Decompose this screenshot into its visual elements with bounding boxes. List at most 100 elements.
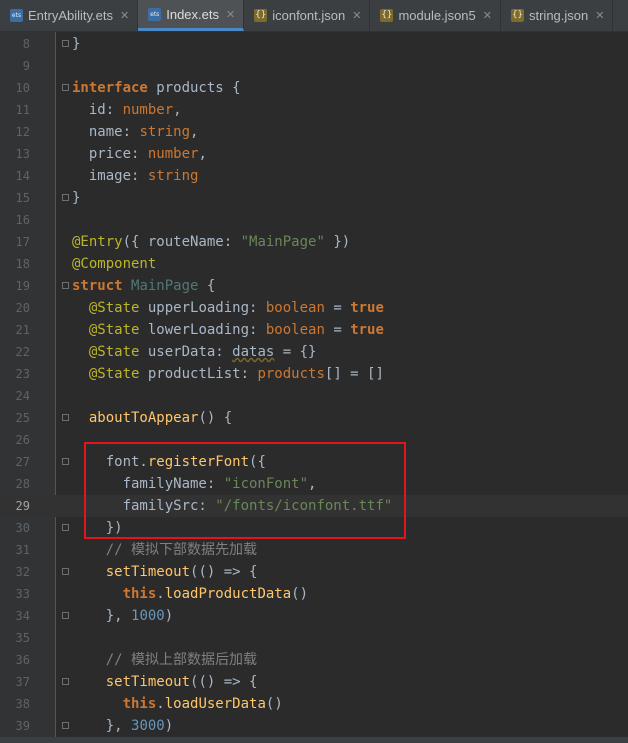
code-text: @State productList: products[] = [] bbox=[72, 363, 384, 385]
close-icon[interactable]: ✕ bbox=[483, 9, 492, 22]
code-line[interactable]: 24 bbox=[0, 385, 628, 407]
code-line[interactable]: 22 @State userData: datas = {} bbox=[0, 341, 628, 363]
code-token: name bbox=[72, 124, 123, 140]
code-token: ({ routeName: bbox=[122, 234, 241, 250]
close-icon[interactable]: ✕ bbox=[352, 9, 361, 22]
code-line[interactable]: 29 familySrc: "/fonts/iconfont.ttf" bbox=[0, 495, 628, 517]
line-number: 9 bbox=[22, 59, 30, 73]
code-text: this.loadProductData() bbox=[72, 583, 308, 605]
fold-icon[interactable] bbox=[62, 524, 69, 531]
code-line[interactable]: 12 name: string, bbox=[0, 121, 628, 143]
code-line[interactable]: 38 this.loadUserData() bbox=[0, 693, 628, 715]
code-line[interactable]: 14 image: string bbox=[0, 165, 628, 187]
code-token: setTimeout bbox=[105, 564, 191, 580]
code-line[interactable]: 21 @State lowerLoading: boolean = true bbox=[0, 319, 628, 341]
code-line[interactable]: 17 @Entry({ routeName: "MainPage" }) bbox=[0, 231, 628, 253]
code-token: // 模拟上部数据后加载 bbox=[72, 652, 258, 668]
code-line[interactable]: 34 }, 1000) bbox=[0, 605, 628, 627]
close-icon[interactable]: ✕ bbox=[226, 8, 235, 21]
fold-icon[interactable] bbox=[62, 722, 69, 729]
code-token: loadUserData bbox=[164, 696, 266, 712]
code-text: @Component bbox=[72, 253, 156, 275]
code-token: { bbox=[232, 80, 241, 96]
code-text: setTimeout(() => { bbox=[72, 671, 258, 693]
tab-iconfont-json[interactable]: iconfont.json ✕ bbox=[244, 0, 371, 31]
code-token: (() => { bbox=[190, 564, 258, 580]
code-line[interactable]: 10 interface products { bbox=[0, 77, 628, 99]
code-line[interactable]: 25 aboutToAppear() { bbox=[0, 407, 628, 429]
code-text: }) bbox=[72, 517, 123, 539]
code-line[interactable]: 23 @State productList: products[] = [] bbox=[0, 363, 628, 385]
code-line[interactable]: 32 setTimeout(() => { bbox=[0, 561, 628, 583]
fold-icon[interactable] bbox=[62, 678, 69, 685]
code-line[interactable]: 16 bbox=[0, 209, 628, 231]
code-line[interactable]: 33 this.loadProductData() bbox=[0, 583, 628, 605]
tab-entryability-ets[interactable]: EntryAbility.ets ✕ bbox=[0, 0, 139, 31]
code-token: : bbox=[131, 168, 148, 184]
code-text: struct MainPage { bbox=[72, 275, 215, 297]
code-token: @Component bbox=[72, 256, 157, 272]
code-token: "MainPage" bbox=[240, 234, 325, 250]
code-token: ({ bbox=[249, 454, 266, 470]
tab-module-json5[interactable]: module.json5 ✕ bbox=[370, 0, 501, 31]
fold-icon[interactable] bbox=[62, 84, 69, 91]
code-line[interactable]: 28 familyName: "iconFont", bbox=[0, 473, 628, 495]
code-token: products bbox=[257, 366, 325, 382]
code-token: }, bbox=[72, 718, 132, 734]
fold-icon[interactable] bbox=[62, 194, 69, 201]
line-number: 33 bbox=[15, 587, 30, 601]
code-line[interactable]: 9 bbox=[0, 55, 628, 77]
code-token: 1000 bbox=[131, 608, 165, 624]
code-token: loadProductData bbox=[164, 586, 292, 602]
code-line[interactable]: 19 struct MainPage { bbox=[0, 275, 628, 297]
fold-icon[interactable] bbox=[62, 612, 69, 619]
code-line[interactable]: 11 id: number, bbox=[0, 99, 628, 121]
line-number: 19 bbox=[15, 279, 30, 293]
code-line[interactable]: 18 @Component bbox=[0, 253, 628, 275]
code-text: familyName: "iconFont", bbox=[72, 473, 317, 495]
tab-label: Index.ets bbox=[166, 6, 219, 22]
code-token: familySrc: bbox=[72, 498, 216, 514]
fold-icon[interactable] bbox=[62, 40, 69, 47]
line-number: 39 bbox=[15, 719, 30, 733]
tab-index-ets[interactable]: Index.ets ✕ bbox=[138, 0, 245, 31]
code-token: }, bbox=[72, 608, 132, 624]
code-token: @State bbox=[88, 300, 140, 316]
code-token: @State bbox=[88, 344, 140, 360]
code-editor[interactable]: 8} 9 10 interface products {11 id: number, 1… bbox=[0, 33, 628, 737]
close-icon[interactable]: ✕ bbox=[120, 9, 129, 22]
code-token: this bbox=[122, 586, 157, 602]
fold-icon[interactable] bbox=[62, 458, 69, 465]
close-icon[interactable]: ✕ bbox=[595, 9, 604, 22]
tab-string-json[interactable]: string.json ✕ bbox=[501, 0, 614, 31]
code-token: productList: bbox=[139, 366, 258, 382]
line-number: 36 bbox=[15, 653, 30, 667]
code-line[interactable]: 39 }, 3000) bbox=[0, 715, 628, 737]
code-line[interactable]: 26 bbox=[0, 429, 628, 451]
code-line[interactable]: 15} bbox=[0, 187, 628, 209]
code-token: true bbox=[350, 300, 384, 316]
code-line[interactable]: 30 }) bbox=[0, 517, 628, 539]
tab-label: module.json5 bbox=[398, 8, 476, 23]
code-text: }, 1000) bbox=[72, 605, 173, 627]
code-token: , bbox=[308, 476, 317, 492]
line-number: 8 bbox=[22, 37, 30, 51]
line-number: 25 bbox=[15, 411, 30, 425]
code-line[interactable]: 35 bbox=[0, 627, 628, 649]
code-line[interactable]: 31 // 模拟下部数据先加载 bbox=[0, 539, 628, 561]
code-token: string bbox=[139, 124, 191, 140]
code-line[interactable]: 37 setTimeout(() => { bbox=[0, 671, 628, 693]
code-line[interactable]: 20 @State upperLoading: boolean = true bbox=[0, 297, 628, 319]
code-line[interactable]: 8} bbox=[0, 33, 628, 55]
fold-icon[interactable] bbox=[62, 282, 69, 289]
code-line[interactable]: 36 // 模拟上部数据后加载 bbox=[0, 649, 628, 671]
code-text: price: number, bbox=[72, 143, 207, 165]
code-line[interactable]: 27 font.registerFont({ bbox=[0, 451, 628, 473]
fold-icon[interactable] bbox=[62, 568, 69, 575]
code-token: ) bbox=[164, 608, 174, 624]
fold-icon[interactable] bbox=[62, 414, 69, 421]
code-line[interactable]: 13 price: number, bbox=[0, 143, 628, 165]
